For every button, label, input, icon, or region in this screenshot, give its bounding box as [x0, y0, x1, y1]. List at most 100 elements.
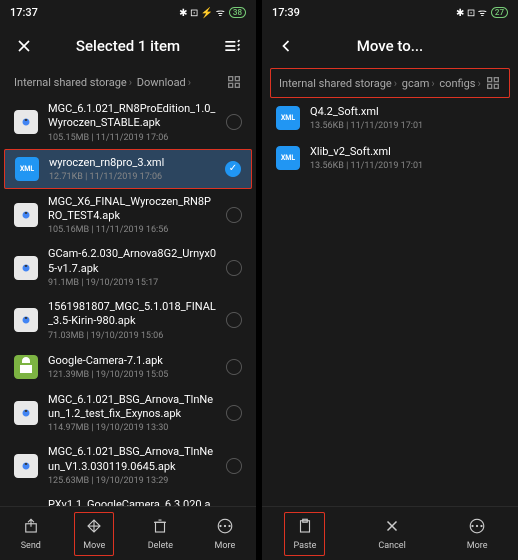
file-item[interactable]: MGC_6.1.021_BSG_Arnova_TlnNeun_V1.3.0301… — [0, 439, 256, 492]
phone-right: 17:39 ✱ ⊡ ᯤ 27 Move to... Internal share… — [262, 0, 518, 560]
file-name: MGC_6.1.021_BSG_Arnova_TlnNeun_1.2_test_… — [48, 393, 216, 422]
file-info: Google-Camera-7.1.apk 121.39MB | 19/10/2… — [48, 354, 216, 380]
more-button[interactable]: More — [207, 513, 244, 555]
cancel-button[interactable]: Cancel — [370, 513, 413, 555]
file-meta: 125.63MB | 19/10/2019 13:29 — [48, 476, 216, 486]
file-info: MGC_6.1.021_BSG_Arnova_TlnNeun_V1.3.0301… — [48, 445, 216, 486]
header-title: Selected 1 item — [34, 37, 222, 55]
select-radio[interactable] — [226, 260, 242, 276]
file-name: Google-Camera-7.1.apk — [48, 354, 216, 368]
file-meta: 114.97MB | 19/10/2019 13:30 — [48, 423, 216, 433]
file-info: 1561981807_MGC_5.1.018_FINAL_3.5-Kirin-9… — [48, 300, 216, 341]
file-item[interactable]: XML wyroczen_rn8pro_3.xml 12.71KB | 11/1… — [4, 149, 252, 189]
file-meta: 13.56KB | 11/11/2019 17:01 — [310, 161, 504, 171]
paste-button[interactable]: Paste — [284, 512, 325, 556]
select-radio[interactable] — [226, 458, 242, 474]
apk-file-icon — [14, 256, 38, 280]
file-meta: 13.56KB | 11/11/2019 17:01 — [310, 121, 504, 131]
status-icons: ✱ ⊡ ᯤ 27 — [456, 5, 508, 19]
header: Selected 1 item — [0, 24, 256, 68]
file-info: PXv1.1_GoogleCamera_6.3.020.apk 114.62MB… — [48, 498, 216, 506]
file-item[interactable]: MGC_6.1.021_RN8ProEdition_1.0_Wyroczen_S… — [0, 96, 256, 149]
select-radio[interactable] — [226, 405, 242, 421]
file-info: Q4.2_Soft.xml 13.56KB | 11/11/2019 17:01 — [310, 105, 504, 131]
delete-button[interactable]: Delete — [140, 513, 181, 555]
more-icon — [216, 517, 234, 538]
grid-view-icon[interactable] — [226, 74, 242, 90]
file-name: Q4.2_Soft.xml — [310, 105, 504, 119]
file-meta: 105.16MB | 11/11/2019 16:56 — [48, 225, 216, 235]
apk-file-icon — [14, 401, 38, 425]
apk-file-icon — [14, 355, 38, 379]
list-options-icon[interactable] — [222, 36, 242, 56]
send-button[interactable]: Send — [13, 513, 49, 555]
file-info: wyroczen_rn8pro_3.xml 12.71KB | 11/11/20… — [49, 156, 215, 182]
header: Move to... — [262, 24, 518, 68]
file-item[interactable]: Google-Camera-7.1.apk 121.39MB | 19/10/2… — [0, 347, 256, 387]
delete-icon — [151, 517, 169, 538]
back-icon[interactable] — [276, 36, 296, 56]
file-name: Xlib_v2_Soft.xml — [310, 145, 504, 159]
file-meta: 91.1MB | 19/10/2019 15:17 — [48, 278, 216, 288]
file-name: GCam-6.2.030_Arnova8G2_Urnyx05-v1.7.apk — [48, 247, 216, 276]
file-item[interactable]: XML Q4.2_Soft.xml 13.56KB | 11/11/2019 1… — [262, 98, 518, 138]
file-item[interactable]: GCam-6.2.030_Arnova8G2_Urnyx05-v1.7.apk … — [0, 241, 256, 294]
bottom-bar: Paste Cancel More — [262, 506, 518, 560]
button-label: Delete — [148, 541, 173, 551]
status-time: 17:37 — [10, 6, 38, 19]
apk-file-icon — [14, 110, 38, 134]
select-radio[interactable] — [226, 114, 242, 130]
file-meta: 12.71KB | 11/11/2019 17:06 — [49, 172, 215, 182]
xml-file-icon: XML — [15, 157, 39, 181]
select-radio[interactable] — [226, 207, 242, 223]
file-info: GCam-6.2.030_Arnova8G2_Urnyx05-v1.7.apk … — [48, 247, 216, 288]
file-list[interactable]: MGC_6.1.021_RN8ProEdition_1.0_Wyroczen_S… — [0, 96, 256, 506]
file-item[interactable]: XML Xlib_v2_Soft.xml 13.56KB | 11/11/201… — [262, 138, 518, 178]
button-label: Send — [21, 541, 41, 551]
file-name: MGC_6.1.021_RN8ProEdition_1.0_Wyroczen_S… — [48, 102, 216, 131]
status-time: 17:39 — [272, 6, 300, 19]
file-meta: 121.39MB | 19/10/2019 15:05 — [48, 370, 216, 380]
file-info: Xlib_v2_Soft.xml 13.56KB | 11/11/2019 17… — [310, 145, 504, 171]
button-label: More — [467, 541, 488, 551]
file-item[interactable]: MGC_6.1.021_BSG_Arnova_TlnNeun_1.2_test_… — [0, 387, 256, 440]
file-name: MGC_X6_FINAL_Wyroczen_RN8PRO_TEST4.apk — [48, 195, 216, 224]
button-label: More — [215, 541, 236, 551]
status-bar: 17:39 ✱ ⊡ ᯤ 27 — [262, 0, 518, 24]
file-item[interactable]: 1561981807_MGC_5.1.018_FINAL_3.5-Kirin-9… — [0, 294, 256, 347]
close-icon[interactable] — [14, 36, 34, 56]
move-button[interactable]: Move — [74, 512, 114, 556]
grid-view-icon[interactable] — [485, 75, 501, 91]
status-bar: 17:37 ✱ ⊡ ⚡ ᯤ 38 — [0, 0, 256, 24]
phone-left: 17:37 ✱ ⊡ ⚡ ᯤ 38 Selected 1 item Interna… — [0, 0, 256, 560]
file-item[interactable]: MGC_X6_FINAL_Wyroczen_RN8PRO_TEST4.apk 1… — [0, 189, 256, 242]
more-icon — [468, 517, 486, 538]
button-label: Paste — [293, 541, 316, 551]
xml-file-icon: XML — [276, 106, 300, 130]
file-item[interactable]: PXv1.1_GoogleCamera_6.3.020.apk 114.62MB… — [0, 492, 256, 506]
move-icon — [85, 517, 103, 538]
xml-file-icon: XML — [276, 146, 300, 170]
apk-file-icon — [14, 308, 38, 332]
file-info: MGC_6.1.021_RN8ProEdition_1.0_Wyroczen_S… — [48, 102, 216, 143]
select-radio[interactable] — [225, 161, 241, 177]
bottom-bar: Send Move Delete More — [0, 506, 256, 560]
header-title: Move to... — [296, 37, 484, 55]
apk-file-icon — [14, 454, 38, 478]
button-label: Move — [83, 541, 105, 551]
file-list[interactable]: XML Q4.2_Soft.xml 13.56KB | 11/11/2019 1… — [262, 98, 518, 506]
select-radio[interactable] — [226, 359, 242, 375]
file-name: PXv1.1_GoogleCamera_6.3.020.apk — [48, 498, 216, 506]
more-button[interactable]: More — [459, 513, 496, 555]
apk-file-icon — [14, 203, 38, 227]
paste-icon — [296, 517, 314, 538]
breadcrumb[interactable]: Internal shared storage› gcam› configs› — [270, 68, 510, 98]
file-meta: 71.03MB | 19/10/2019 15:06 — [48, 331, 216, 341]
cancel-icon — [383, 517, 401, 538]
breadcrumb[interactable]: Internal shared storage› Download› — [0, 68, 256, 96]
battery-icon: 27 — [491, 7, 508, 18]
button-label: Cancel — [378, 541, 405, 551]
select-radio[interactable] — [226, 312, 242, 328]
send-icon — [22, 517, 40, 538]
status-icons: ✱ ⊡ ⚡ ᯤ 38 — [179, 5, 246, 19]
